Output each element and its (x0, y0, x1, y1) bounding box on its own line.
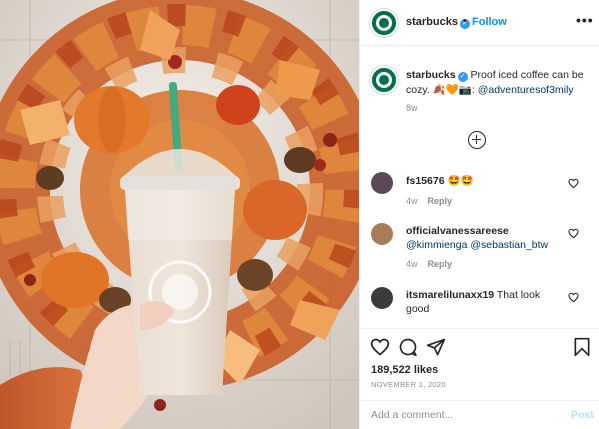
comment-timestamp[interactable]: 4w (406, 259, 418, 269)
comment-timestamp[interactable]: 4w (406, 196, 418, 206)
comment-like-heart-icon[interactable] (568, 178, 579, 189)
reply-button[interactable]: Reply (428, 259, 453, 269)
header-username[interactable]: starbucks ✓ (406, 16, 470, 29)
comment-input[interactable] (371, 407, 551, 423)
add-comment-bar: Post (360, 400, 599, 429)
post-header: starbucks ✓ • Follow ••• (360, 0, 599, 46)
comment-meta: 4w Reply (406, 196, 452, 206)
share-icon[interactable] (426, 337, 446, 357)
likes-count[interactable]: 189,522 likes (371, 364, 438, 376)
caption-mention-link[interactable]: @adventuresof3mily (478, 84, 574, 96)
post-date[interactable]: NOVEMBER 1, 2020 (371, 380, 446, 389)
comment-like-heart-icon[interactable] (568, 292, 579, 303)
post-comment-button[interactable]: Post (571, 409, 594, 421)
follow-button[interactable]: Follow (472, 16, 507, 28)
bookmark-icon[interactable] (572, 337, 592, 357)
verified-badge-icon: ✓ (457, 72, 468, 82)
comment-text: itsmarelilunaxx19 That look good (406, 288, 566, 316)
comment-username[interactable]: officialvanessareese (406, 224, 566, 238)
comment-avatar[interactable] (371, 287, 393, 309)
more-options-icon[interactable]: ••• (576, 12, 594, 28)
comment-avatar[interactable] (371, 172, 393, 194)
starbucks-logo-icon (372, 68, 396, 92)
header-username-text[interactable]: starbucks (406, 16, 458, 28)
comment-icon[interactable] (398, 337, 418, 357)
post-caption: starbucks ✓ Proof iced coffee can be cozy… (406, 68, 592, 98)
comment-text: officialvanessareese @kimmienga @sebasti… (406, 224, 566, 252)
comment-username[interactable]: itsmarelilunaxx19 (406, 289, 494, 301)
load-more-comments-button[interactable] (468, 131, 486, 149)
comment-avatar[interactable] (371, 223, 393, 245)
caption-username[interactable]: starbucks (406, 69, 456, 81)
comment-text: fs15676 🤩🤩 (406, 174, 566, 188)
caption-avatar[interactable] (370, 66, 398, 94)
starbucks-logo-icon (372, 11, 396, 35)
caption-emoji: 🍂🧡📷: (432, 84, 475, 96)
comment-body: 🤩🤩 (447, 175, 474, 187)
post-image[interactable] (0, 0, 359, 429)
comment-meta: 4w Reply (406, 259, 452, 269)
comment-mentions[interactable]: @kimmienga @sebastian_btw (406, 238, 566, 252)
caption-timestamp[interactable]: 8w (406, 103, 418, 113)
header-separator: • (463, 15, 467, 27)
heart-icon[interactable] (370, 337, 390, 357)
avatar[interactable] (370, 9, 398, 37)
reply-button[interactable]: Reply (428, 196, 453, 206)
post-photo (0, 0, 359, 429)
post-detail-panel: starbucks ✓ • Follow ••• starbucks ✓ Proof… (359, 0, 599, 429)
comment-username[interactable]: fs15676 (406, 175, 445, 187)
comment-like-heart-icon[interactable] (568, 228, 579, 239)
